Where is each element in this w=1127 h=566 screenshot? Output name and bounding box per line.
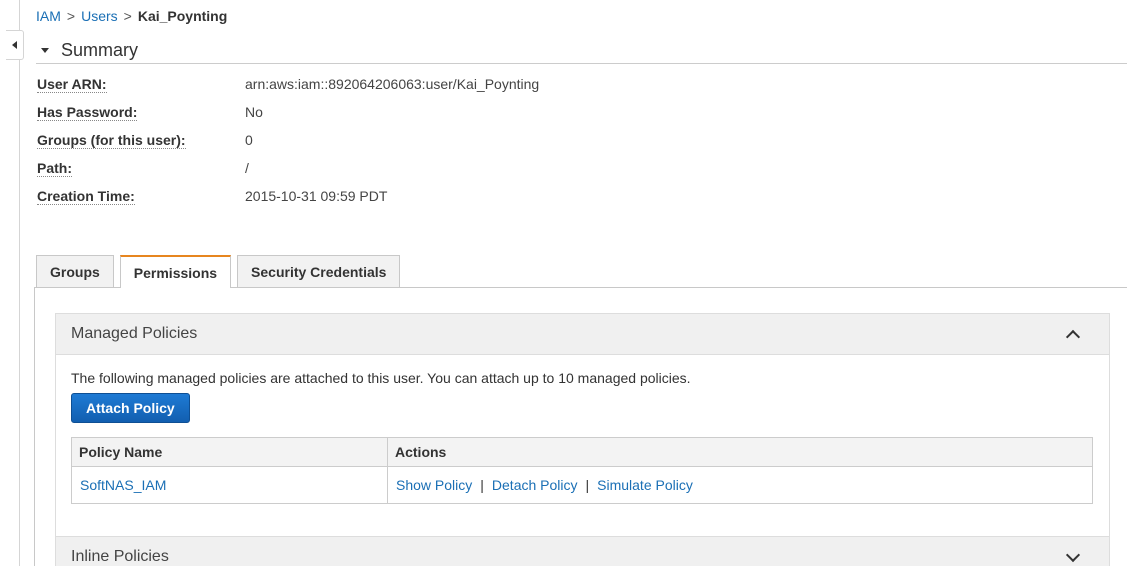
- caret-left-icon: [12, 41, 17, 49]
- field-label: Path:: [37, 160, 72, 177]
- summary-row-groups: Groups (for this user): 0: [37, 132, 253, 152]
- summary-row-creation-time: Creation Time: 2015-10-31 09:59 PDT: [37, 188, 387, 208]
- column-actions: Actions: [387, 437, 1093, 467]
- permissions-panel: Managed Policies The following managed p…: [34, 287, 1127, 566]
- chevron-up-icon[interactable]: [1065, 329, 1081, 345]
- policy-name-link[interactable]: SoftNAS_IAM: [80, 477, 166, 493]
- inline-policies-title: Inline Policies: [71, 548, 169, 565]
- breadcrumb-current: Kai_Poynting: [137, 8, 228, 24]
- chevron-down-icon[interactable]: [1065, 547, 1081, 562]
- inline-policies-section: Inline Policies: [55, 536, 1110, 566]
- summary-title: Summary: [61, 40, 139, 60]
- managed-policies-table: Policy Name Actions SoftNAS_IAM Show Pol…: [71, 437, 1093, 504]
- show-policy-link[interactable]: Show Policy: [396, 477, 472, 493]
- breadcrumb-iam-link[interactable]: IAM: [36, 8, 61, 24]
- field-label: Has Password:: [37, 104, 138, 121]
- managed-policies-title: Managed Policies: [71, 325, 198, 342]
- summary-section-toggle[interactable]: Summary: [36, 38, 1127, 64]
- managed-policies-description: The following managed policies are attac…: [71, 370, 691, 386]
- field-label: User ARN:: [37, 76, 107, 93]
- detach-policy-link[interactable]: Detach Policy: [492, 477, 578, 493]
- field-value: 0: [245, 132, 253, 148]
- left-rail: [0, 0, 20, 566]
- table-header-row: Policy Name Actions: [71, 437, 1093, 467]
- action-separator: |: [585, 477, 590, 493]
- sidebar-collapse-toggle[interactable]: [6, 30, 24, 60]
- tab-permissions[interactable]: Permissions: [119, 255, 232, 288]
- field-value: arn:aws:iam::892064206063:user/Kai_Poynt…: [245, 76, 540, 92]
- tab-security-credentials[interactable]: Security Credentials: [237, 255, 401, 287]
- summary-row-user-arn: User ARN: arn:aws:iam::892064206063:user…: [37, 76, 539, 96]
- field-value: /: [245, 160, 249, 176]
- attach-policy-button[interactable]: Attach Policy: [71, 393, 190, 423]
- field-label: Groups (for this user):: [37, 132, 186, 149]
- field-value: 2015-10-31 09:59 PDT: [245, 188, 388, 204]
- column-policy-name: Policy Name: [71, 437, 388, 467]
- tab-groups[interactable]: Groups: [36, 255, 114, 287]
- breadcrumb-separator: >: [66, 8, 76, 24]
- field-value: No: [245, 104, 263, 120]
- summary-row-path: Path: /: [37, 160, 249, 180]
- inline-policies-header[interactable]: Inline Policies: [56, 537, 1109, 566]
- breadcrumb: IAM > Users > Kai_Poynting: [36, 8, 227, 24]
- breadcrumb-users-link[interactable]: Users: [81, 8, 118, 24]
- field-label: Creation Time:: [37, 188, 135, 205]
- user-tabs: Groups Permissions Security Credentials: [36, 255, 401, 288]
- table-row: SoftNAS_IAM Show Policy | Detach Policy | Si…: [71, 466, 1093, 504]
- summary-row-has-password: Has Password: No: [37, 104, 263, 124]
- breadcrumb-separator: >: [123, 8, 132, 24]
- action-separator: |: [480, 477, 484, 493]
- simulate-policy-link[interactable]: Simulate Policy: [597, 477, 693, 493]
- managed-policies-header[interactable]: Managed Policies: [56, 314, 1109, 355]
- managed-policies-section: Managed Policies The following managed p…: [55, 313, 1110, 539]
- caret-down-icon: [41, 48, 49, 53]
